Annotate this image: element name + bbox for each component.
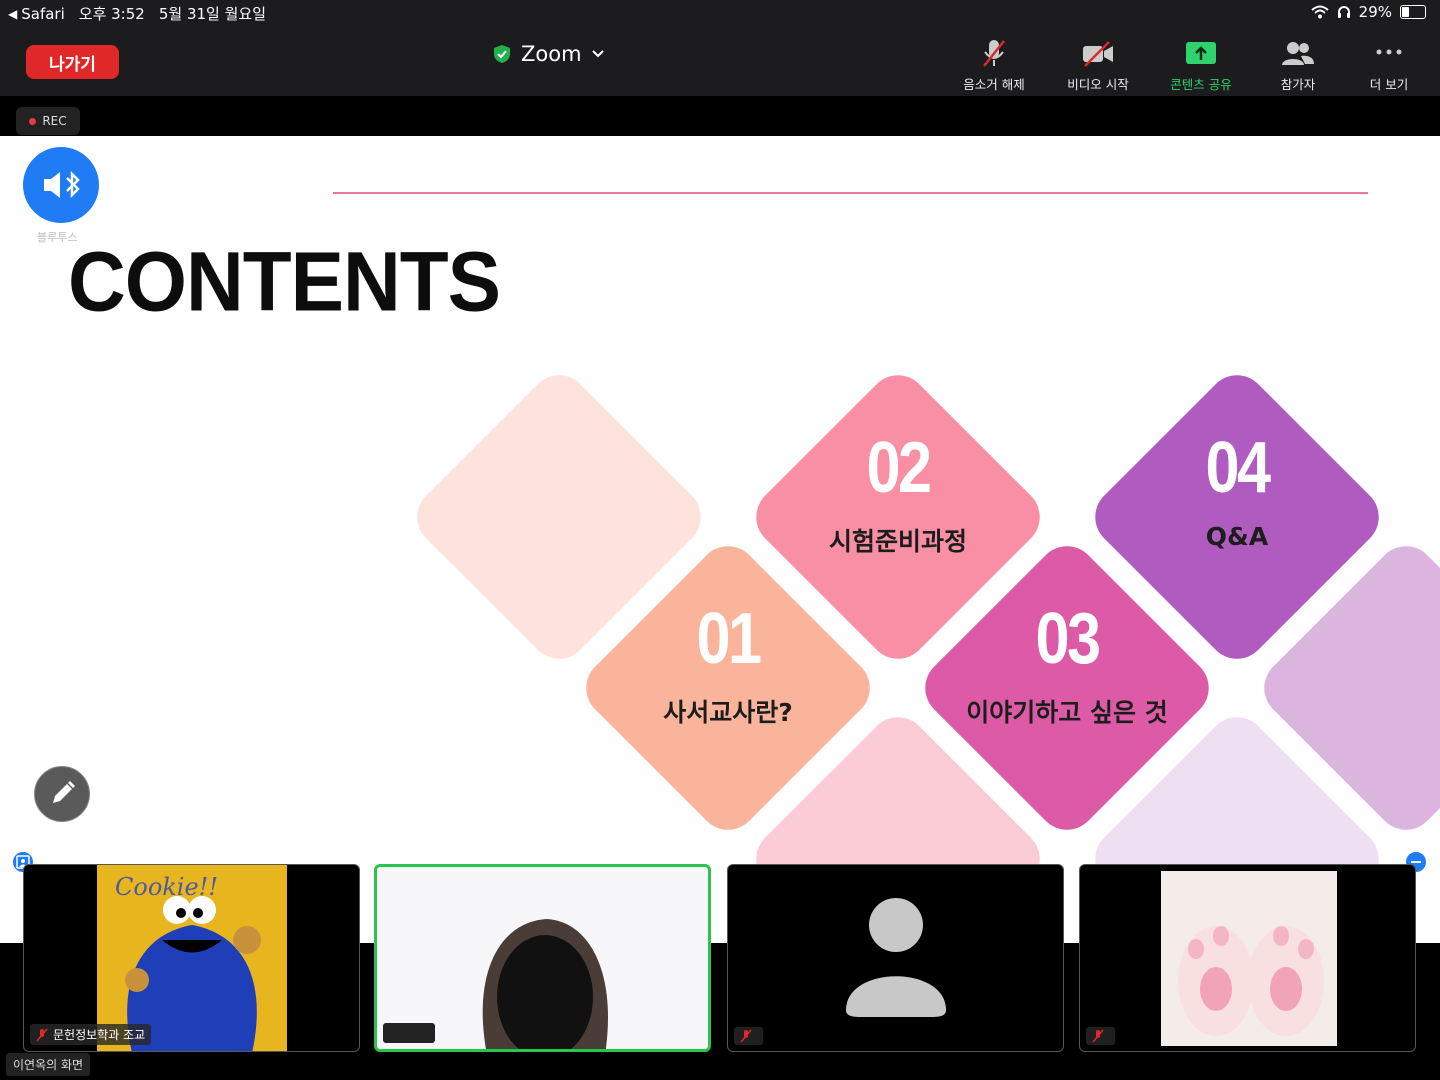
recording-badge: REC bbox=[16, 107, 80, 135]
share-screen-icon bbox=[1186, 42, 1216, 64]
status-time: 오후 3:52 bbox=[78, 5, 145, 23]
content-item-02: 02 시험준비과정 bbox=[828, 428, 967, 556]
content-item-01: 01 사서교사란? bbox=[663, 599, 793, 727]
mic-off-icon bbox=[1092, 1029, 1104, 1043]
participant-video-tile[interactable]: Cookie!! 문헌정보학과 조교 bbox=[23, 864, 360, 1052]
participant-name-label bbox=[383, 1023, 435, 1043]
leave-button[interactable]: 나가기 bbox=[26, 45, 119, 79]
participant-name-label: 문헌정보학과 조교 bbox=[30, 1024, 152, 1045]
participant-video-tile[interactable] bbox=[1079, 864, 1416, 1052]
headphones-icon bbox=[1337, 6, 1350, 18]
content-item-04: 04 Q&A bbox=[1205, 428, 1272, 551]
participant-video-tile[interactable] bbox=[727, 864, 1064, 1052]
audio-label: 블루투스 bbox=[37, 231, 78, 244]
pencil-icon bbox=[53, 781, 75, 803]
default-avatar-icon bbox=[846, 898, 946, 1017]
slide-title: CONTENTS bbox=[68, 234, 501, 329]
participant-video-tile-active[interactable] bbox=[374, 864, 711, 1052]
chevron-down-icon bbox=[591, 50, 604, 58]
record-dot-icon bbox=[29, 117, 37, 125]
back-to-app[interactable]: ◀ Safari bbox=[8, 5, 65, 23]
meeting-title[interactable]: Zoom bbox=[493, 42, 604, 66]
share-content-button[interactable]: 콘텐츠 공유 bbox=[1156, 38, 1246, 93]
participants-icon bbox=[1282, 42, 1314, 65]
status-date: 5월 31일 월요일 bbox=[158, 5, 266, 23]
mic-off-icon bbox=[36, 1028, 48, 1041]
screen-owner-label: 이연옥의 화면 bbox=[6, 1053, 91, 1076]
status-bar: ◀ Safari 오후 3:52 5월 31일 월요일 29% bbox=[0, 0, 1440, 26]
participant-avatar-image bbox=[1161, 871, 1337, 1046]
shield-check-icon bbox=[494, 45, 510, 63]
svg-text:Cookie!!: Cookie!! bbox=[115, 873, 218, 901]
participants-button[interactable]: 참가자 bbox=[1253, 38, 1343, 93]
audio-button[interactable] bbox=[23, 147, 99, 223]
battery-icon bbox=[1400, 5, 1426, 19]
annotate-button[interactable] bbox=[34, 766, 90, 822]
content-item-03: 03 이야기하고 싶은 것 bbox=[966, 599, 1168, 727]
meeting-toolbar: 나가기 Zoom 음소거 해제 비디오 시작 콘텐츠 공유 참가자 더 보기 bbox=[0, 26, 1440, 96]
unmute-button[interactable]: 음소거 해제 bbox=[949, 38, 1039, 93]
more-button[interactable]: 더 보기 bbox=[1344, 38, 1434, 93]
content-top-bar bbox=[0, 96, 1440, 136]
battery-percent: 29% bbox=[1358, 3, 1392, 21]
participant-name-label bbox=[1086, 1027, 1115, 1045]
slide-divider bbox=[333, 192, 1368, 194]
video-off-icon bbox=[1083, 41, 1113, 67]
meeting-title-text: Zoom bbox=[521, 42, 582, 66]
mic-off-icon bbox=[983, 40, 1005, 67]
more-icon bbox=[1376, 49, 1402, 55]
shared-screen: CONTENTS 02 시험준비과정 04 Q&A 01 사서교사란? 03 이… bbox=[0, 136, 1440, 943]
speaker-bluetooth-icon bbox=[44, 170, 80, 199]
mic-off-icon bbox=[740, 1029, 752, 1043]
back-triangle-icon: ◀ bbox=[8, 6, 18, 21]
start-video-button[interactable]: 비디오 시작 bbox=[1053, 38, 1143, 93]
participant-name-label bbox=[734, 1027, 763, 1045]
wifi-icon bbox=[1310, 5, 1329, 19]
